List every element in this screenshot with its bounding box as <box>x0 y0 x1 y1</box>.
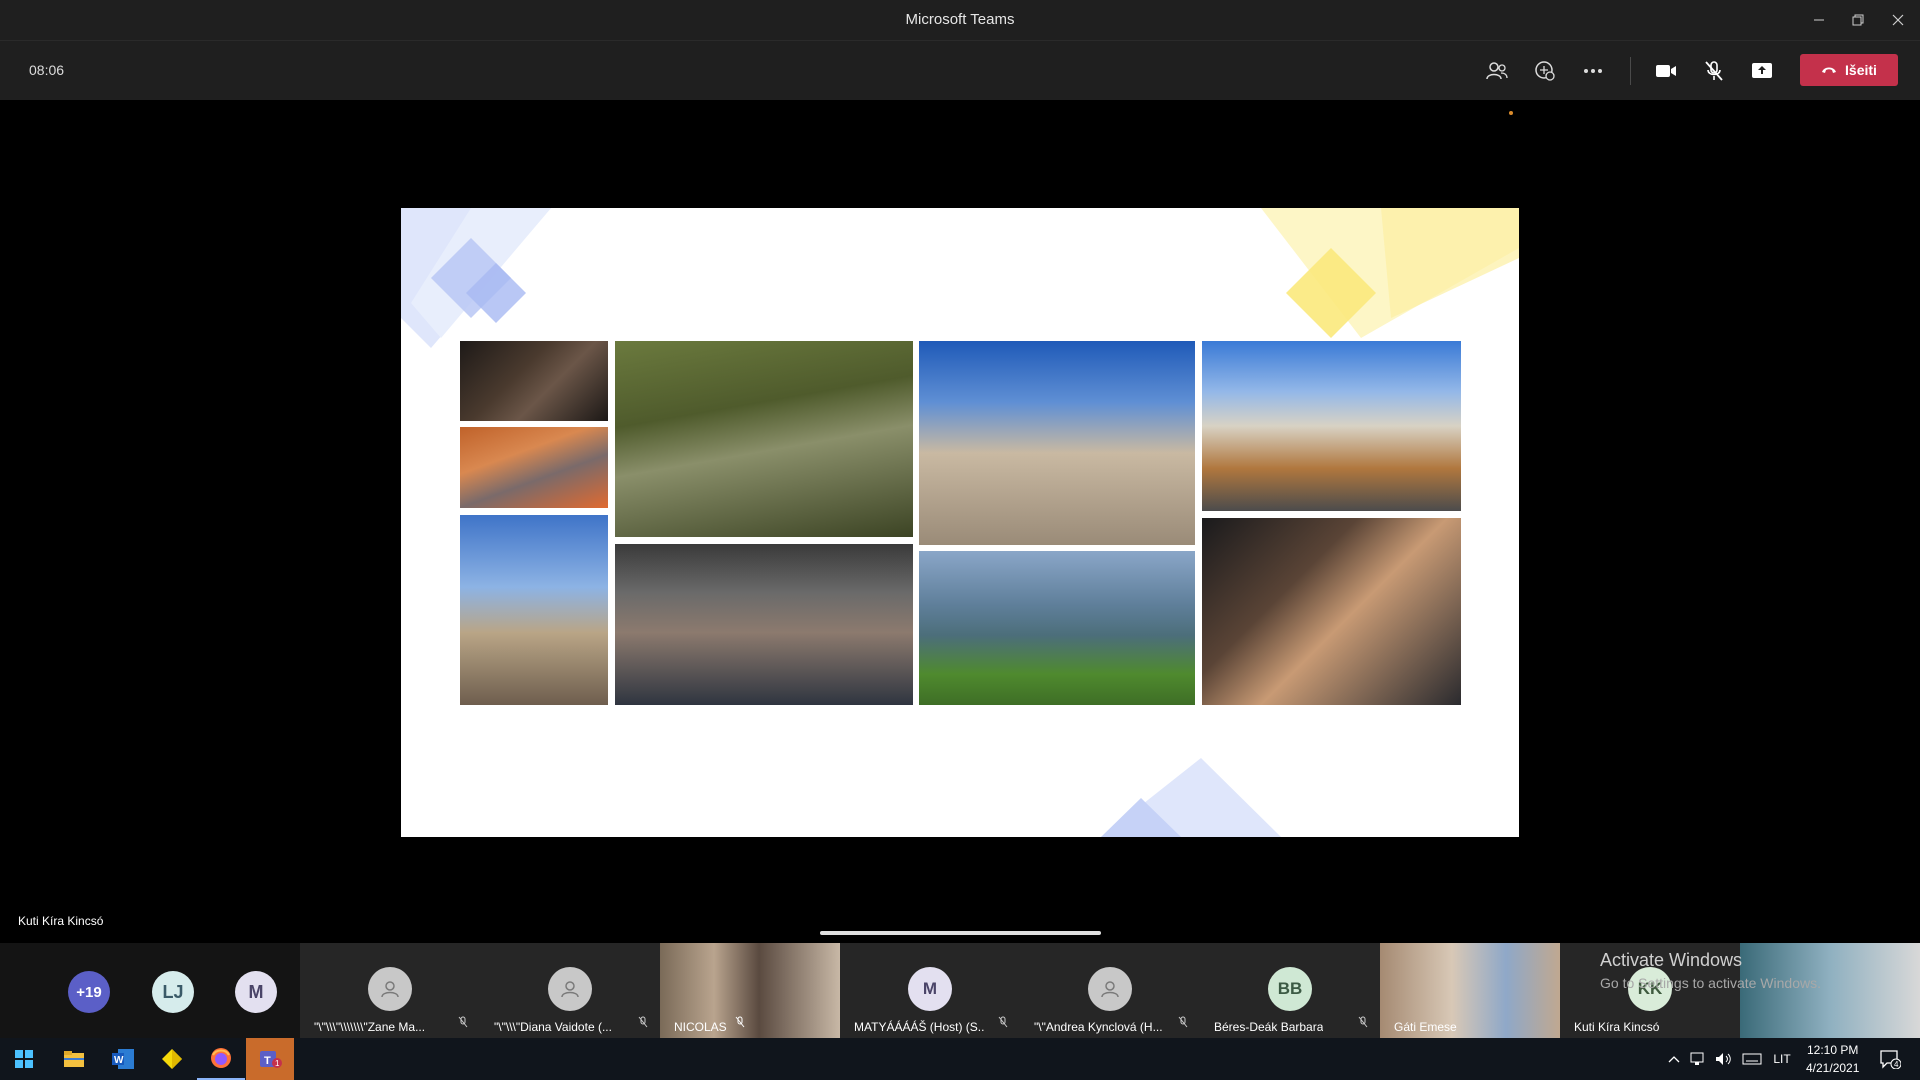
hang-up-icon <box>1822 67 1837 73</box>
participant-name: "\"Andrea Kynclová (H... <box>1034 1020 1163 1034</box>
photo-selfie-group-night <box>460 341 608 421</box>
app-diamond-icon[interactable] <box>148 1038 196 1080</box>
participant-name: "\"\\\"Diana Vaidote (... <box>494 1020 612 1034</box>
share-screen-icon[interactable] <box>1744 53 1780 89</box>
participant-avatar-m[interactable]: M <box>235 971 277 1013</box>
mic-muted-icon <box>1178 1015 1188 1033</box>
participant-name: Béres-Deák Barbara <box>1214 1020 1324 1034</box>
participant-tile[interactable]: KK Kuti Kíra Kincsó <box>1560 943 1740 1038</box>
window-title: Microsoft Teams <box>905 11 1015 28</box>
participant-name: "\"\\\"\\\\\\\"Zane Ma... <box>314 1020 426 1034</box>
photo-selfie-orange <box>460 427 608 508</box>
participant-name: NICOLAS <box>674 1020 727 1034</box>
person-icon <box>548 967 592 1011</box>
participant-tile-video[interactable]: NICOLAS <box>660 943 840 1038</box>
participant-name: Gáti Emese <box>1394 1020 1457 1034</box>
participant-tile-video[interactable] <box>1740 943 1920 1038</box>
participants-icon[interactable] <box>1479 53 1515 89</box>
mic-muted-icon <box>1358 1015 1368 1033</box>
photo-friends-sunset <box>460 515 608 705</box>
toolbar-divider <box>1630 57 1631 85</box>
minimize-icon[interactable] <box>1799 0 1839 40</box>
mic-muted-icon <box>458 1015 468 1033</box>
photo-group-bleachers <box>615 544 913 705</box>
svg-text:W: W <box>114 1055 124 1066</box>
input-language[interactable]: LIT <box>1758 1038 1806 1080</box>
shared-slide <box>401 208 1519 837</box>
microphone-muted-icon[interactable] <box>1696 53 1732 89</box>
participant-tile[interactable]: "\"\\\"\\\\\\\"Zane Ma... <box>300 943 480 1038</box>
participant-name: Kuti Kíra Kincsó <box>1574 1020 1660 1034</box>
participant-strip-handle[interactable] <box>820 931 1101 935</box>
status-dot <box>1509 111 1513 115</box>
photo-group-under-tree <box>615 341 913 537</box>
photo-city-view-girls <box>1202 341 1461 511</box>
person-icon <box>1088 967 1132 1011</box>
participant-strip: +19 LJ M "\"\\\"\\\\\\\"Zane Ma... "\"\\… <box>0 943 1920 1038</box>
system-clock[interactable]: 12:10 PM 4/21/2021 <box>1806 1041 1859 1077</box>
participant-name: MATYÁÁÁÁŠ (Host) (S... <box>854 1020 984 1034</box>
meeting-toolbar: 08:06 Išeiti <box>0 41 1920 100</box>
photo-kayaks-river <box>919 551 1195 705</box>
more-participants-badge[interactable]: +19 <box>68 971 110 1013</box>
teams-notification-badge: 1 <box>275 1059 280 1068</box>
clock-time: 12:10 PM <box>1807 1043 1859 1057</box>
participant-initials: M <box>908 967 952 1011</box>
camera-icon[interactable] <box>1648 53 1684 89</box>
mic-muted-icon <box>638 1015 648 1033</box>
restore-icon[interactable] <box>1838 0 1878 40</box>
clock-date: 4/21/2021 <box>1806 1061 1860 1075</box>
participant-tile[interactable]: M MATYÁÁÁÁŠ (Host) (S... <box>840 943 1020 1038</box>
windows-taskbar: W T1 LIT 12:10 PM 4/21/2021 4 <box>0 1038 1920 1080</box>
file-explorer-icon[interactable] <box>50 1038 98 1080</box>
chat-icon[interactable] <box>1527 53 1563 89</box>
person-icon <box>368 967 412 1011</box>
svg-text:T: T <box>264 1055 271 1067</box>
participant-initials: BB <box>1268 967 1312 1011</box>
word-icon[interactable]: W <box>99 1038 147 1080</box>
presenter-name: Kuti Kíra Kincsó <box>18 914 104 928</box>
leave-label: Išeiti <box>1845 62 1877 78</box>
notification-center-icon[interactable]: 4 <box>1866 1038 1914 1080</box>
participant-tile[interactable]: BB Béres-Deák Barbara <box>1200 943 1380 1038</box>
participant-tile-video[interactable]: Gáti Emese <box>1380 943 1560 1038</box>
photo-acropolis <box>919 341 1195 545</box>
windows-start-icon[interactable] <box>0 1038 48 1080</box>
participant-initials: KK <box>1628 967 1672 1011</box>
mic-muted-icon <box>998 1015 1008 1033</box>
meeting-timer: 08:06 <box>29 62 65 78</box>
title-bar: Microsoft Teams <box>0 0 1920 41</box>
close-icon[interactable] <box>1878 0 1918 40</box>
participant-avatar-lj[interactable]: LJ <box>152 971 194 1013</box>
shared-content-stage: Kuti Kíra Kincsó <box>0 100 1920 943</box>
participant-tile[interactable]: "\"Andrea Kynclová (H... <box>1020 943 1200 1038</box>
participant-tile[interactable]: "\"\\\"Diana Vaidote (... <box>480 943 660 1038</box>
leave-button[interactable]: Išeiti <box>1800 54 1898 86</box>
notification-count: 4 <box>1894 1060 1899 1069</box>
photo-selfie-three-night <box>1202 518 1461 705</box>
mic-muted-icon <box>735 1015 745 1033</box>
more-options-icon[interactable] <box>1575 53 1611 89</box>
teams-taskbar-icon[interactable]: T1 <box>246 1038 294 1080</box>
firefox-icon[interactable] <box>197 1038 245 1080</box>
